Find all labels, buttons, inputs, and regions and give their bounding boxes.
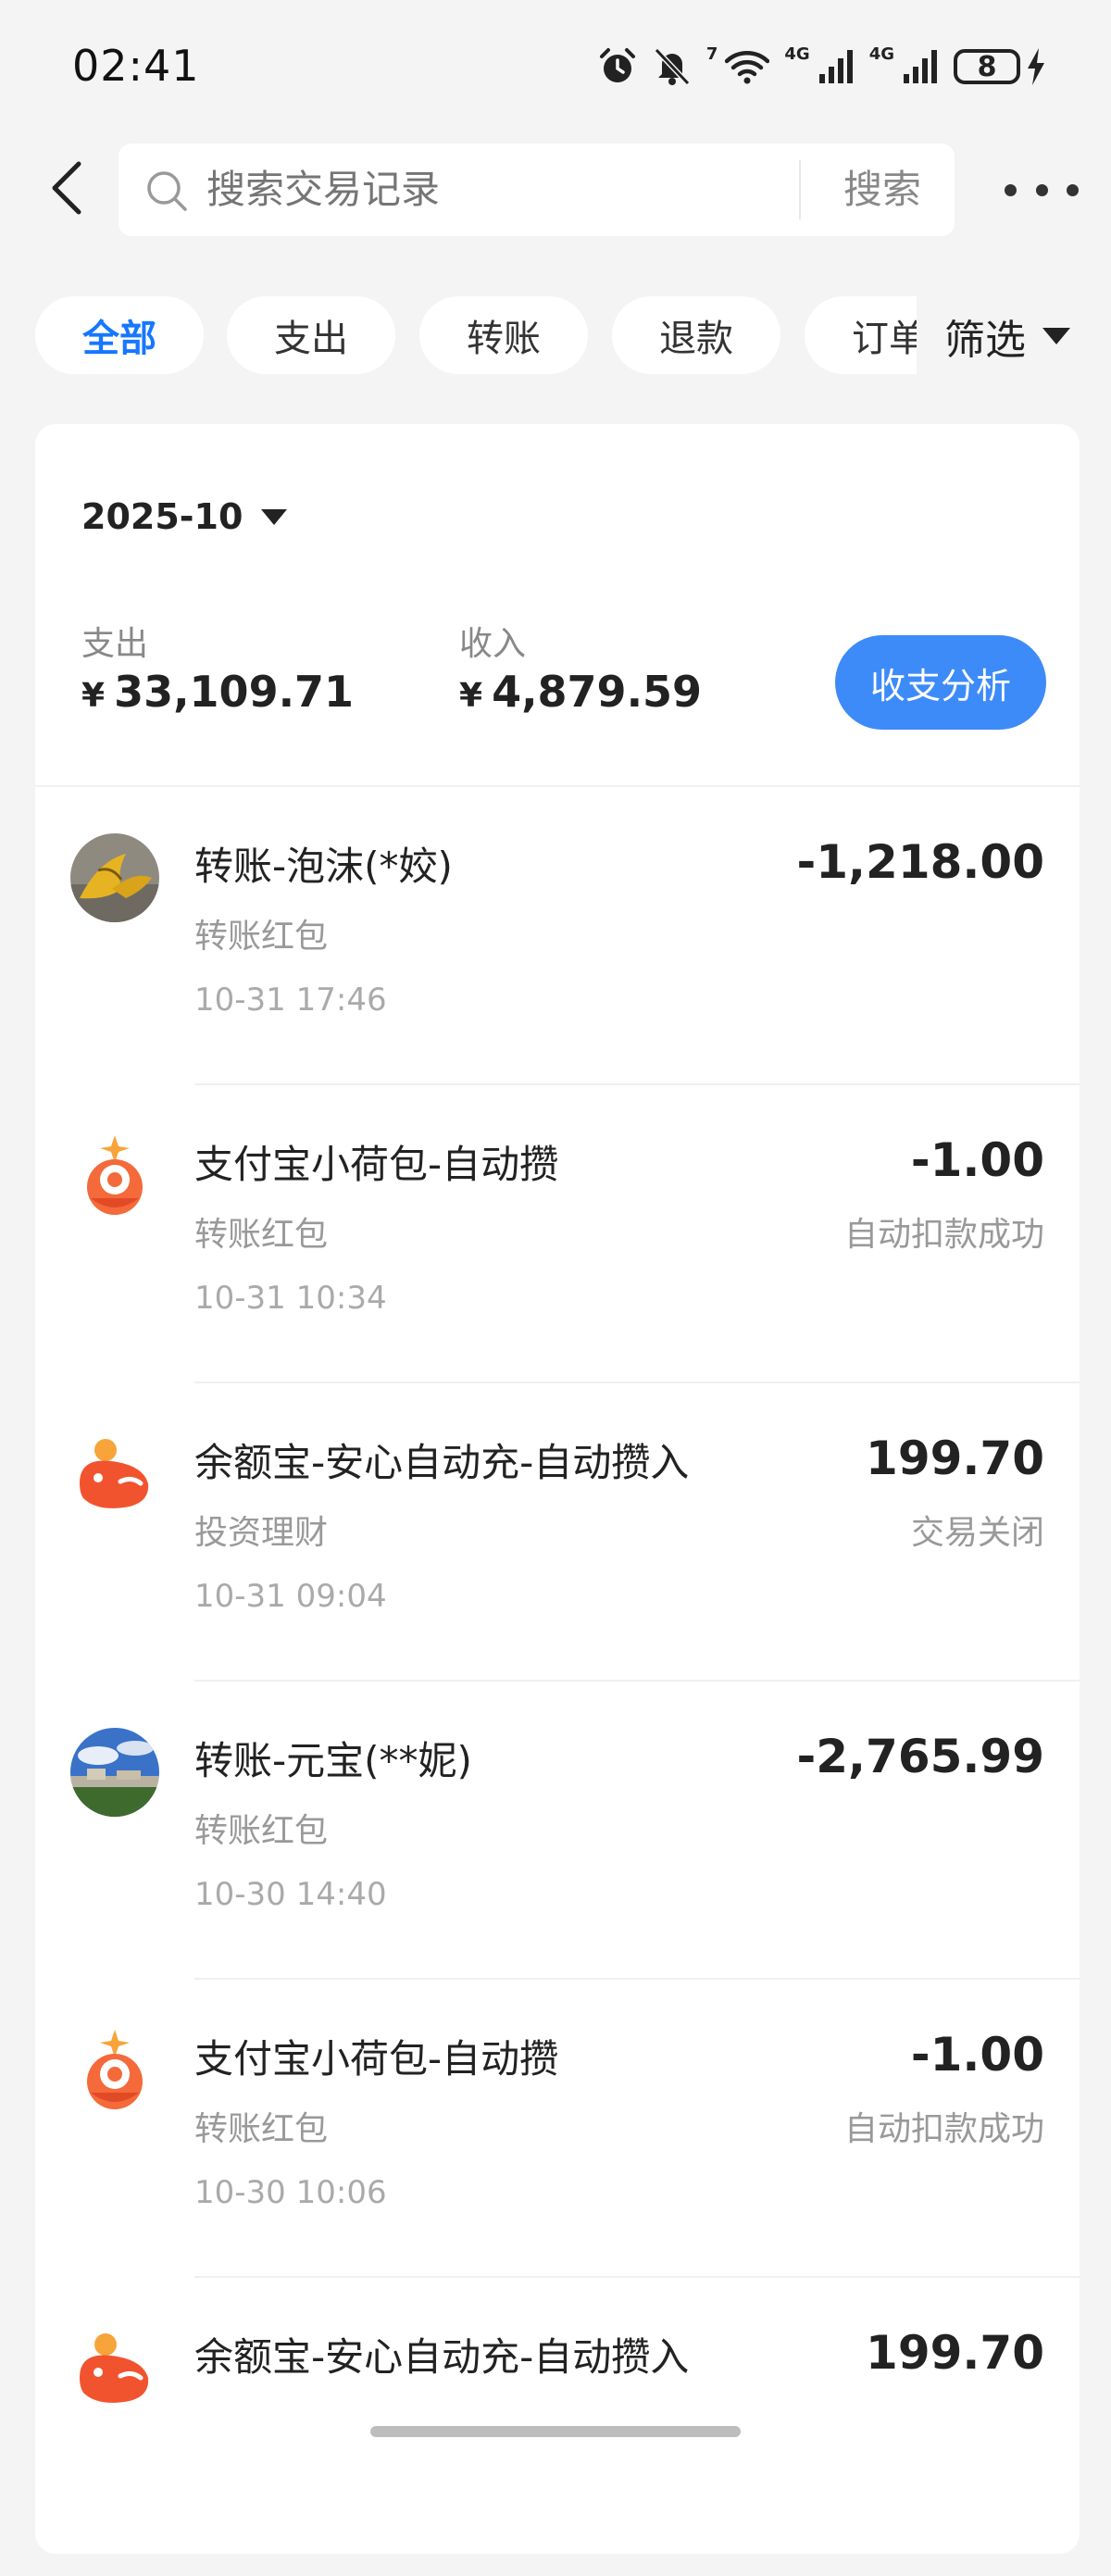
transaction-amount: -1.00 xyxy=(910,2028,1044,2082)
expense-amount: 33,109.71 xyxy=(114,667,355,717)
wifi-icon xyxy=(725,51,770,84)
month-label: 2025-10 xyxy=(81,496,243,537)
search-divider xyxy=(799,160,801,219)
transaction-category: 转账红包 xyxy=(194,2110,329,2148)
back-button[interactable] xyxy=(35,156,100,220)
filter-chip-all[interactable]: 全部 xyxy=(35,296,204,374)
transaction-amount: -1.00 xyxy=(910,1133,1044,1187)
more-dot-icon xyxy=(1005,183,1017,196)
income-amount: 4,879.59 xyxy=(492,667,703,717)
transaction-amount: 199.70 xyxy=(866,1432,1044,1485)
alipay-pocket-icon xyxy=(70,2026,159,2115)
search-icon xyxy=(147,171,187,211)
transaction-time: 10-30 10:06 xyxy=(194,2174,387,2211)
status-bar: 02:41 7 4G 4G 8 xyxy=(0,0,1111,130)
mute-bell-icon xyxy=(654,47,691,86)
month-selector[interactable]: 2025-10 xyxy=(81,496,289,537)
transaction-title: 余额宝-安心自动充-自动攒入 xyxy=(194,2334,690,2380)
more-options-button[interactable] xyxy=(1005,171,1079,208)
transaction-title: 支付宝小荷包-自动攒 xyxy=(194,1142,559,1187)
transaction-time: 10-31 09:04 xyxy=(194,1578,387,1615)
transaction-title: 余额宝-安心自动充-自动攒入 xyxy=(194,1440,690,1485)
signal-icon-2 xyxy=(904,50,937,83)
filter-row: 全部 支出 转账 退款 订单 筛选 xyxy=(0,294,1111,380)
status-time: 02:41 xyxy=(72,41,200,91)
transaction-status: 自动扣款成功 xyxy=(843,2110,1044,2148)
transaction-time: 10-31 10:34 xyxy=(194,1280,387,1317)
yuebao-icon xyxy=(70,2324,159,2413)
transaction-title: 转账-元宝(**妮) xyxy=(194,1738,472,1783)
network-type-2: 4G xyxy=(868,44,894,64)
battery-level: 8 xyxy=(954,49,1020,84)
search-header: 搜索 xyxy=(0,139,1111,241)
alarm-icon xyxy=(599,48,635,82)
triangle-down-icon xyxy=(1042,328,1070,344)
signal-icon xyxy=(818,50,853,83)
income-expense-analysis-button[interactable]: 收支分析 xyxy=(835,635,1046,730)
transaction-row[interactable]: 余额宝-安心自动充-自动攒入 投资理财 10-31 09:04 199.70 交… xyxy=(35,1383,1080,1682)
currency-symbol: ¥ xyxy=(459,677,483,715)
transaction-time: 10-30 14:40 xyxy=(194,1876,387,1913)
network-type-1: 4G xyxy=(784,44,810,64)
banana-photo-avatar xyxy=(70,833,159,922)
status-icons: 7 4G 4G 8 xyxy=(597,41,1046,93)
filter-chip-refund[interactable]: 退款 xyxy=(612,296,780,374)
search-button[interactable]: 搜索 xyxy=(813,144,952,236)
transaction-row[interactable]: 支付宝小荷包-自动攒 转账红包 10-31 10:34 -1.00 自动扣款成功 xyxy=(35,1085,1080,1383)
charging-bolt-icon xyxy=(1028,48,1044,85)
transaction-list: 转账-泡沫(*姣) 转账红包 10-31 17:46 -1,218.00 支付宝… xyxy=(35,787,1080,2576)
transaction-card: 2025-10 支出 ¥33,109.71 收入 ¥4,879.59 收支分析 xyxy=(35,424,1080,2554)
wifi-label: 7 xyxy=(705,44,718,64)
transaction-title: 支付宝小荷包-自动攒 xyxy=(194,2036,559,2082)
transaction-title: 转账-泡沫(*姣) xyxy=(194,844,453,889)
filter-chip-expense[interactable]: 支出 xyxy=(227,296,395,374)
more-dot-icon xyxy=(1067,183,1079,196)
transaction-status: 自动扣款成功 xyxy=(843,1216,1044,1254)
transaction-amount: -1,218.00 xyxy=(796,835,1044,889)
search-box[interactable]: 搜索 xyxy=(119,144,955,236)
triangle-down-icon xyxy=(261,509,288,525)
transaction-category: 转账红包 xyxy=(194,1216,329,1254)
income-label: 收入 xyxy=(459,625,527,663)
currency-symbol: ¥ xyxy=(81,677,106,715)
yuebao-icon xyxy=(70,1430,159,1519)
home-indicator[interactable] xyxy=(370,2426,741,2437)
filter-chip-transfer[interactable]: 转账 xyxy=(419,296,588,374)
expense-label: 支出 xyxy=(81,625,149,663)
transaction-row[interactable]: 支付宝小荷包-自动攒 转账红包 10-30 10:06 -1.00 自动扣款成功 xyxy=(35,1980,1080,2278)
landscape-photo-avatar xyxy=(70,1728,159,1817)
expense-value: ¥33,109.71 xyxy=(81,667,354,717)
transaction-row[interactable]: 转账-泡沫(*姣) 转账红包 10-31 17:46 -1,218.00 xyxy=(35,787,1080,1085)
filter-button-label: 筛选 xyxy=(944,317,1026,364)
transaction-category: 投资理财 xyxy=(194,1514,329,1552)
battery-indicator: 8 xyxy=(954,48,1046,85)
transaction-row[interactable]: 转账-元宝(**妮) 转账红包 10-30 14:40 -2,765.99 xyxy=(35,1682,1080,1980)
filter-button[interactable]: 筛选 xyxy=(917,294,1111,378)
chevron-left-icon xyxy=(52,161,81,215)
transaction-time: 10-31 17:46 xyxy=(194,982,387,1019)
alipay-pocket-icon xyxy=(70,1132,159,1220)
search-input[interactable] xyxy=(206,144,892,236)
more-dot-icon xyxy=(1035,183,1048,196)
transaction-category: 转账红包 xyxy=(194,1812,329,1850)
transaction-amount: -2,765.99 xyxy=(796,1730,1044,1783)
transaction-category: 转账红包 xyxy=(194,918,329,956)
income-value: ¥4,879.59 xyxy=(459,667,702,717)
transaction-amount: 199.70 xyxy=(866,2326,1044,2380)
transaction-status: 交易关闭 xyxy=(910,1514,1044,1552)
